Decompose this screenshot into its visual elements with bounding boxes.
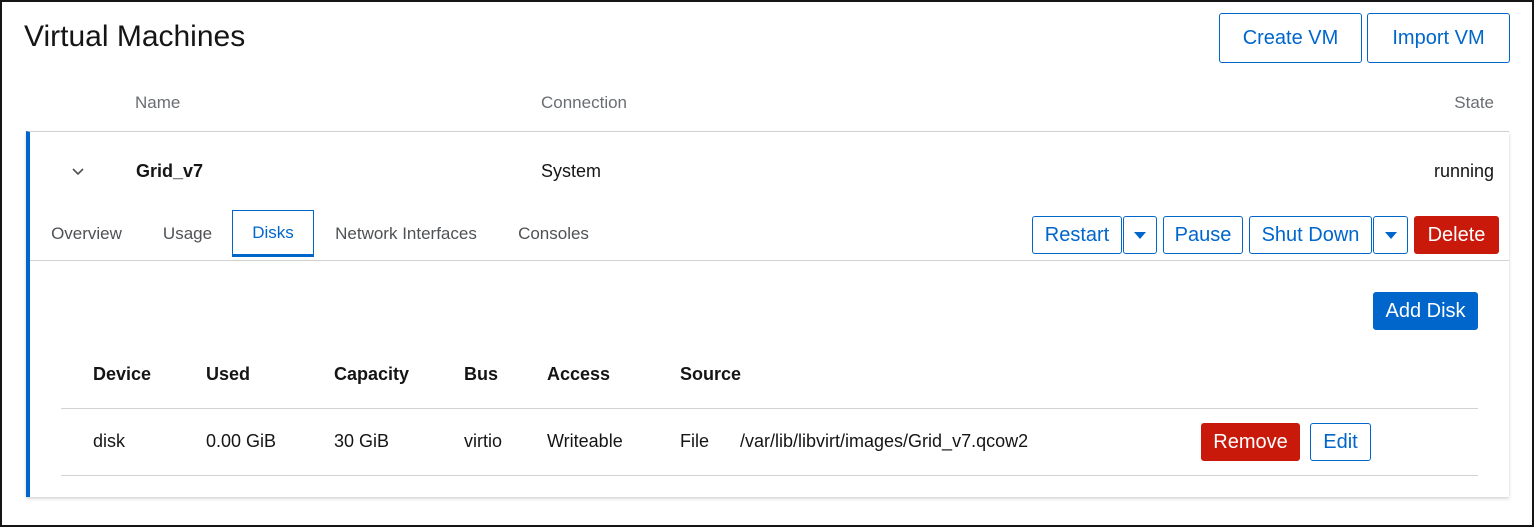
disk-access: Writeable: [547, 431, 623, 451]
column-header-name: Name: [135, 93, 181, 112]
caret-down-icon: [1134, 231, 1146, 239]
delete-button[interactable]: Delete: [1414, 216, 1499, 254]
column-header-connection: Connection: [541, 93, 628, 112]
edit-disk-button[interactable]: Edit: [1310, 423, 1371, 461]
add-disk-button[interactable]: Add Disk: [1373, 292, 1478, 330]
shutdown-dropdown-toggle[interactable]: [1373, 216, 1408, 254]
page-title: Virtual Machines: [24, 20, 246, 53]
table-divider: [61, 475, 1478, 476]
disk-bus: virtio: [464, 431, 503, 451]
create-vm-button[interactable]: Create VM: [1219, 13, 1362, 63]
tabs-divider: [30, 260, 1509, 261]
import-vm-button[interactable]: Import VM: [1367, 13, 1510, 63]
tab-overview[interactable]: Overview: [40, 210, 133, 257]
disk-used: 0.00 GiB: [206, 431, 277, 451]
tab-consoles[interactable]: Consoles: [507, 210, 600, 257]
column-header-state: State: [1454, 93, 1494, 112]
chevron-down-icon[interactable]: [70, 164, 86, 180]
shutdown-button[interactable]: Shut Down: [1249, 216, 1372, 254]
disk-capacity: 30 GiB: [334, 431, 390, 451]
disk-column-source: Source: [680, 364, 742, 384]
restart-button[interactable]: Restart: [1032, 216, 1122, 254]
tab-network-interfaces[interactable]: Network Interfaces: [325, 210, 487, 257]
remove-disk-button[interactable]: Remove: [1201, 423, 1300, 461]
restart-dropdown-toggle[interactable]: [1123, 216, 1157, 254]
vm-state: running: [1433, 161, 1494, 181]
vm-connection: System: [541, 161, 602, 181]
tab-disks[interactable]: Disks: [232, 210, 314, 257]
disk-source-type: File: [680, 431, 710, 451]
disk-column-used: Used: [206, 364, 251, 384]
disk-column-capacity: Capacity: [334, 364, 410, 384]
tab-usage[interactable]: Usage: [150, 210, 225, 257]
disk-column-bus: Bus: [464, 364, 499, 384]
disk-column-access: Access: [547, 364, 611, 384]
table-divider: [61, 408, 1478, 409]
disk-column-device: Device: [93, 364, 152, 384]
vm-name[interactable]: Grid_v7: [136, 161, 203, 182]
caret-down-icon: [1384, 231, 1397, 239]
disk-source-path: /var/lib/libvirt/images/Grid_v7.qcow2: [740, 431, 1029, 451]
disk-device: disk: [93, 431, 126, 451]
pause-button[interactable]: Pause: [1163, 216, 1243, 254]
